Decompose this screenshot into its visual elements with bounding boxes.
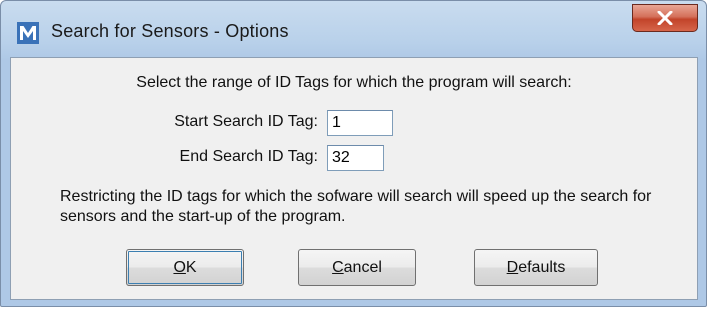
defaults-button[interactable]: Defaults <box>474 249 598 286</box>
ok-mnemonic: O <box>173 258 186 276</box>
defaults-mnemonic: D <box>506 258 519 276</box>
end-tag-input[interactable] <box>327 145 384 171</box>
ok-label-rest: K <box>185 258 197 276</box>
title-bar[interactable]: Search for Sensors - Options <box>1 1 706 57</box>
defaults-label-rest: efaults <box>518 258 566 276</box>
cancel-label-rest: ancel <box>343 258 382 276</box>
window-title: Search for Sensors - Options <box>51 21 289 41</box>
ok-button[interactable]: OK <box>126 249 244 286</box>
start-tag-input[interactable] <box>327 110 393 136</box>
close-icon <box>657 11 673 25</box>
start-tag-label: Start Search ID Tag: <box>174 113 318 130</box>
app-m-icon <box>17 22 39 44</box>
restriction-note: Restricting the ID tags for which the so… <box>60 188 652 225</box>
cancel-mnemonic: C <box>332 258 344 276</box>
instruction-text: Select the range of ID Tags for which th… <box>136 74 572 91</box>
dialog-body: Select the range of ID Tags for which th… <box>10 57 698 300</box>
dialog-window: Search for Sensors - Options Select the … <box>0 0 707 307</box>
end-tag-label: End Search ID Tag: <box>179 148 318 165</box>
cancel-button[interactable]: Cancel <box>298 249 416 286</box>
close-button[interactable] <box>632 4 698 32</box>
